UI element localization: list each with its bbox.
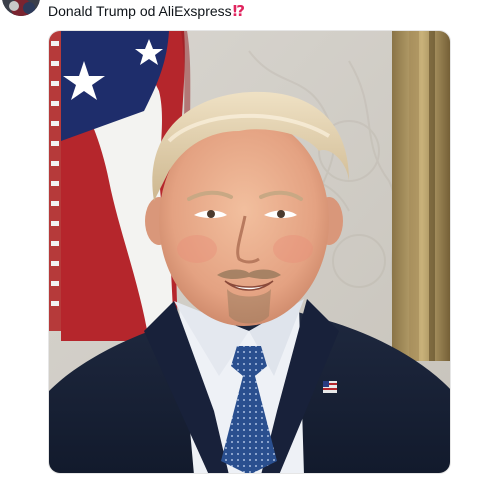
tweet-text: Donald Trump od AliExspress⁉ (48, 2, 245, 21)
tweet-card: Donald Trump od AliExspress⁉ (0, 0, 480, 480)
portrait-photo (49, 31, 450, 473)
exclamation-question-icon: ⁉ (232, 3, 246, 20)
avatar[interactable] (2, 0, 40, 16)
tweet-photo[interactable] (48, 30, 451, 474)
tweet-text-content: Donald Trump od AliExspress (48, 3, 232, 19)
user-avatar-icon (2, 0, 40, 16)
